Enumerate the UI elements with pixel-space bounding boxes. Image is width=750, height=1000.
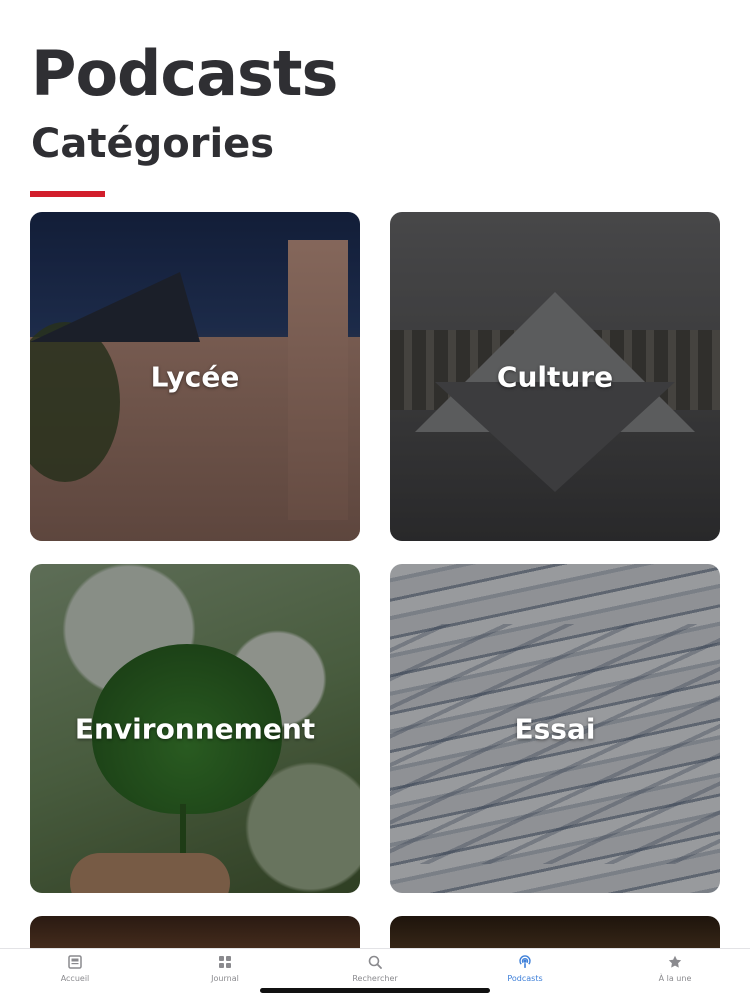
search-icon	[368, 955, 382, 969]
category-label: Essai	[514, 712, 596, 745]
header: Podcasts Catégories	[31, 37, 338, 168]
tab-label: Podcasts	[507, 974, 543, 983]
tab-label: À la une	[658, 974, 692, 983]
category-label: Culture	[496, 360, 614, 393]
page-title: Podcasts	[31, 37, 338, 110]
tab-a-la-une[interactable]: À la une	[600, 949, 750, 1000]
category-card-culture[interactable]: Culture	[390, 212, 720, 541]
podcast-icon	[519, 955, 531, 968]
category-label: Lycée	[150, 360, 240, 393]
newspaper-icon	[68, 955, 82, 969]
section-title: Catégories	[31, 121, 275, 167]
category-card-environnement[interactable]: Environnement	[30, 564, 360, 893]
tab-label: Journal	[211, 974, 239, 983]
home-indicator	[260, 988, 490, 993]
grid-icon	[219, 956, 231, 968]
category-card-essai[interactable]: Essai	[390, 564, 720, 893]
accent-underline	[30, 191, 105, 197]
star-icon	[668, 955, 682, 968]
tab-label: Accueil	[60, 974, 90, 983]
category-label: Environnement	[74, 712, 316, 745]
tab-accueil[interactable]: Accueil	[0, 949, 150, 1000]
tab-label: Rechercher	[352, 974, 398, 983]
category-card-lycee[interactable]: Lycée	[30, 212, 360, 541]
